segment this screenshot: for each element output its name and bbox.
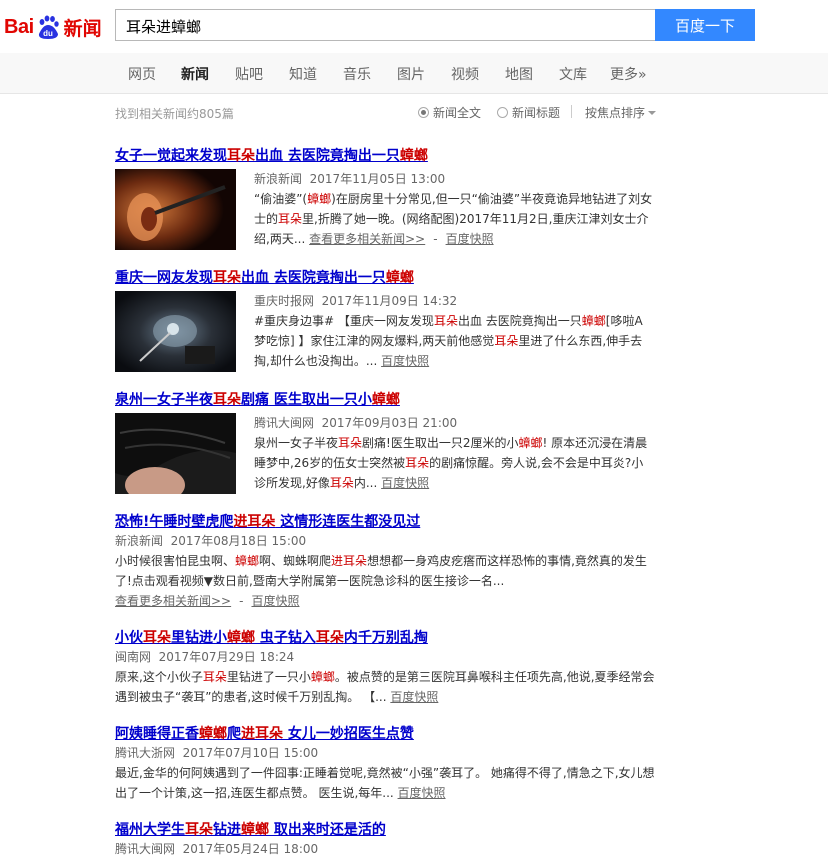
result-time: 2017年05月24日 18:00 bbox=[182, 842, 319, 856]
cache-link[interactable]: 百度快照 bbox=[446, 232, 494, 246]
result-meta: 新浪新闻 2017年11月05日 13:00 bbox=[254, 169, 654, 189]
search-box bbox=[115, 9, 655, 41]
result-snippet: 最近,金华的何阿姨遇到了一件囧事:正睡着觉呢,竟然被“小强”袭耳了。 她痛得不得… bbox=[115, 766, 655, 800]
result-thumbnail[interactable] bbox=[115, 169, 236, 250]
result-source: 重庆时报网 bbox=[254, 294, 315, 308]
cache-link[interactable]: 百度快照 bbox=[398, 786, 446, 800]
result-item: 重庆一网友发现耳朵出血 去医院竟掏出一只蟑螂 重庆时报网 2017年11月09日… bbox=[115, 267, 675, 377]
option-fulltext-label: 新闻全文 bbox=[433, 106, 482, 120]
result-meta: 新浪新闻 2017年08月18日 15:00 bbox=[115, 531, 655, 551]
result-title[interactable]: 女子一觉起来发现耳朵出血 去医院竟掏出一只蟑螂 bbox=[115, 145, 675, 165]
result-meta: 重庆时报网 2017年11月09日 14:32 bbox=[254, 291, 654, 311]
tab-zhidao[interactable]: 知道 bbox=[289, 64, 317, 84]
result-meta: 腾讯大浙网 2017年07月10日 15:00 bbox=[115, 743, 655, 763]
result-time: 2017年09月03日 21:00 bbox=[321, 416, 458, 430]
tab-map[interactable]: 地图 bbox=[505, 64, 533, 84]
sort-label: 按焦点排序 bbox=[585, 106, 646, 120]
result-item: 泉州一女子半夜耳朵剧痛 医生取出一只小蟑螂 腾讯大闽网 2017年09月03日 … bbox=[115, 389, 675, 499]
result-time: 2017年08月18日 15:00 bbox=[170, 534, 307, 548]
result-title[interactable]: 阿姨睡得正香蟑螂爬进耳朵 女儿一妙招医生点赞 bbox=[115, 723, 675, 743]
result-title[interactable]: 小伙耳朵里钻进小蟑螂 虫子钻入耳朵内千万别乱掏 bbox=[115, 627, 675, 647]
sort-dropdown[interactable]: 按焦点排序 bbox=[585, 104, 657, 121]
result-source: 腾讯大闽网 bbox=[115, 842, 176, 856]
radio-selected-icon[interactable] bbox=[418, 107, 429, 118]
baidu-news-logo[interactable]: Bai du 新闻 bbox=[4, 11, 102, 43]
result-time: 2017年11月09日 14:32 bbox=[321, 294, 458, 308]
cache-link[interactable]: 百度快照 bbox=[381, 476, 429, 490]
cache-link[interactable]: 百度快照 bbox=[381, 354, 429, 368]
result-body: 重庆时报网 2017年11月09日 14:32 #重庆身边事# 【重庆一网友发现… bbox=[254, 291, 654, 371]
result-snippet: 原来,这个小伙子耳朵里钻进了一只小蟑螂。被点赞的是第三医院耳鼻喉科主任项先高,他… bbox=[115, 670, 655, 704]
result-thumbnail[interactable] bbox=[115, 413, 236, 494]
result-source: 新浪新闻 bbox=[115, 534, 164, 548]
more-news-link[interactable]: 查看更多相关新闻>> bbox=[115, 594, 231, 608]
result-item: 女子一觉起来发现耳朵出血 去医院竟掏出一只蟑螂 新浪新闻 2017年11月05日… bbox=[115, 145, 675, 255]
chevron-down-icon bbox=[648, 110, 657, 115]
tab-music[interactable]: 音乐 bbox=[343, 64, 371, 84]
result-body: 新浪新闻 2017年11月05日 13:00 “偷油婆”(蟑螂)在厨房里十分常见… bbox=[254, 169, 654, 249]
result-title[interactable]: 福州大学生耳朵钻进蟑螂 取出来时还是活的 bbox=[115, 819, 675, 839]
tab-images[interactable]: 图片 bbox=[397, 64, 425, 84]
option-title-label: 新闻标题 bbox=[512, 106, 561, 120]
result-body: 新浪新闻 2017年08月18日 15:00 小时候很害怕昆虫啊、蟑螂啊、蜘蛛啊… bbox=[115, 531, 655, 611]
nav-tabs: 网页 新闻 贴吧 知道 音乐 图片 视频 地图 文库 更多» bbox=[0, 53, 828, 94]
logo-news-text: 新闻 bbox=[63, 17, 102, 40]
result-item: 恐怖!午睡时壁虎爬进耳朵 这情形连医生都没见过 新浪新闻 2017年08月18日… bbox=[115, 511, 675, 611]
result-snippet: 泉州一女子半夜耳朵剧痛!医生取出一只2厘米的小蟑螂! 原本还沉浸在清晨睡梦中,2… bbox=[254, 436, 648, 490]
result-time: 2017年07月10日 15:00 bbox=[182, 746, 319, 760]
header: Bai du 新闻 百度一下 bbox=[0, 0, 828, 54]
result-title[interactable]: 重庆一网友发现耳朵出血 去医院竟掏出一只蟑螂 bbox=[115, 267, 675, 287]
option-fulltext[interactable]: 新闻全文 bbox=[418, 104, 481, 121]
logo-text: Bai bbox=[4, 15, 34, 38]
result-count: 找到相关新闻约805篇 bbox=[115, 107, 234, 121]
cache-link[interactable]: 百度快照 bbox=[251, 594, 299, 608]
tab-video[interactable]: 视频 bbox=[451, 64, 479, 84]
radio-icon[interactable] bbox=[497, 107, 508, 118]
option-title[interactable]: 新闻标题 bbox=[497, 104, 560, 121]
result-snippet: #重庆身边事# 【重庆一网友发现耳朵出血 去医院竟掏出一只蟑螂[哆啦A梦吃惊] … bbox=[254, 314, 643, 368]
result-source: 闽南网 bbox=[115, 650, 152, 664]
result-source: 腾讯大浙网 bbox=[115, 746, 176, 760]
result-item: 阿姨睡得正香蟑螂爬进耳朵 女儿一妙招医生点赞 腾讯大浙网 2017年07月10日… bbox=[115, 723, 675, 803]
tab-tieba[interactable]: 贴吧 bbox=[235, 64, 263, 84]
result-meta: 腾讯大闽网 2017年05月24日 18:00 bbox=[115, 839, 655, 859]
tab-wenku[interactable]: 文库 bbox=[559, 64, 587, 84]
result-body: 腾讯大闽网 2017年05月24日 18:00 bbox=[115, 839, 655, 859]
tab-web[interactable]: 网页 bbox=[128, 64, 156, 84]
divider bbox=[571, 105, 572, 118]
result-source: 腾讯大闽网 bbox=[254, 416, 315, 430]
result-title[interactable]: 恐怖!午睡时壁虎爬进耳朵 这情形连医生都没见过 bbox=[115, 511, 675, 531]
paw-icon: du bbox=[35, 14, 61, 40]
result-time: 2017年11月05日 13:00 bbox=[309, 172, 446, 186]
result-body: 闽南网 2017年07月29日 18:24 原来,这个小伙子耳朵里钻进了一只小蟑… bbox=[115, 647, 655, 707]
result-title[interactable]: 泉州一女子半夜耳朵剧痛 医生取出一只小蟑螂 bbox=[115, 389, 675, 409]
cache-link[interactable]: 百度快照 bbox=[390, 690, 438, 704]
result-thumbnail[interactable] bbox=[115, 291, 236, 372]
result-body: 腾讯大闽网 2017年09月03日 21:00 泉州一女子半夜耳朵剧痛!医生取出… bbox=[254, 413, 654, 493]
tab-news[interactable]: 新闻 bbox=[181, 64, 209, 84]
result-snippet: 小时候很害怕昆虫啊、蟑螂啊、蜘蛛啊爬进耳朵想想都一身鸡皮疙瘩而这样恐怖的事情,竟… bbox=[115, 554, 647, 588]
search-button[interactable]: 百度一下 bbox=[655, 9, 755, 41]
result-item: 福州大学生耳朵钻进蟑螂 取出来时还是活的 腾讯大闽网 2017年05月24日 1… bbox=[115, 819, 675, 863]
more-news-link[interactable]: 查看更多相关新闻>> bbox=[309, 232, 425, 246]
tab-more[interactable]: 更多» bbox=[610, 64, 647, 84]
result-toolbar: 找到相关新闻约805篇 新闻全文 新闻标题 按焦点排序 bbox=[0, 93, 828, 129]
result-time: 2017年07月29日 18:24 bbox=[158, 650, 295, 664]
result-meta: 腾讯大闽网 2017年09月03日 21:00 bbox=[254, 413, 654, 433]
svg-text:du: du bbox=[43, 29, 53, 38]
search-input[interactable] bbox=[124, 11, 648, 41]
result-source: 新浪新闻 bbox=[254, 172, 303, 186]
result-snippet: “偷油婆”(蟑螂)在厨房里十分常见,但一只“偷油婆”半夜竟诡异地钻进了刘女士的耳… bbox=[254, 192, 653, 246]
result-meta: 闽南网 2017年07月29日 18:24 bbox=[115, 647, 655, 667]
result-item: 小伙耳朵里钻进小蟑螂 虫子钻入耳朵内千万别乱掏 闽南网 2017年07月29日 … bbox=[115, 627, 675, 707]
result-body: 腾讯大浙网 2017年07月10日 15:00 最近,金华的何阿姨遇到了一件囧事… bbox=[115, 743, 655, 803]
